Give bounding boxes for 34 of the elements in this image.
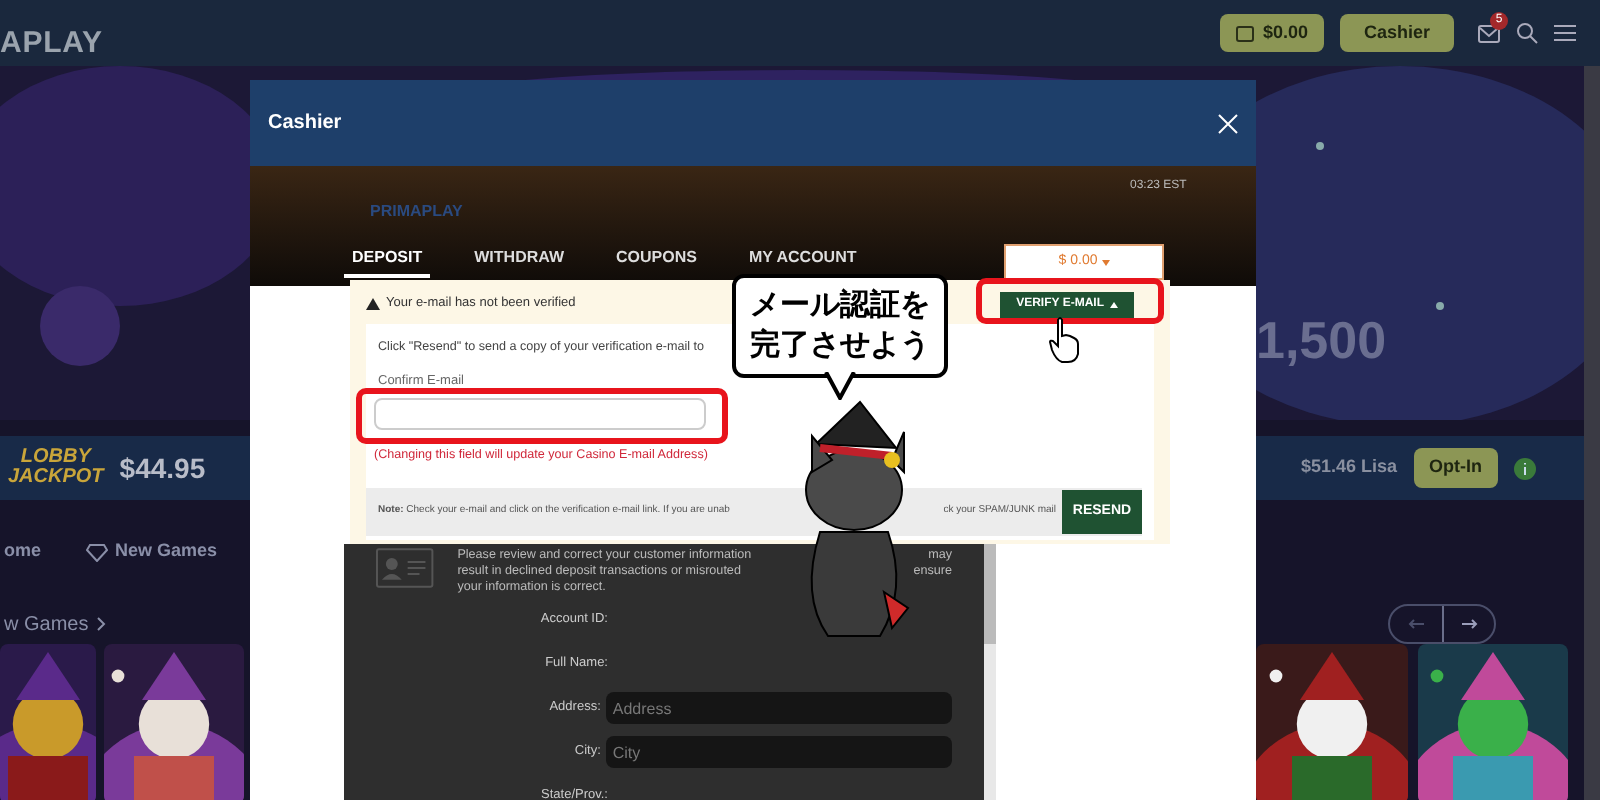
id-card-icon [376,548,434,588]
promo-amount: 1,500 [1256,314,1387,366]
nav-item[interactable]: New Games [85,538,218,566]
search-icon[interactable] [1516,22,1538,44]
caret-icon [1110,301,1118,307]
opt-in-button[interactable]: Opt-In [1413,448,1498,488]
jackpot-amount: $44.95 [119,449,206,487]
menu-icon[interactable] [1554,24,1576,42]
callout-text: メール認証を完了させよう [750,286,930,366]
balance-button[interactable]: $0.00 [1220,14,1324,52]
mail-icon[interactable] [1478,23,1500,43]
chevron-right-icon [96,616,107,632]
warning-icon [366,298,380,310]
info-icon[interactable] [1514,457,1536,479]
text-field[interactable]: City [606,736,952,768]
tab[interactable]: MY ACCOUNT [740,246,865,278]
jackpot-logo: LOBBY JACKPOT [8,448,104,488]
cashier-button[interactable]: Cashier [1339,14,1454,52]
wallet-icon [1236,25,1255,41]
diamond-icon [85,543,108,561]
nav-item[interactable]: ome [4,538,42,566]
arrow-right-icon [1461,618,1477,630]
tab[interactable]: COUPONS [608,246,705,278]
arrow-left-icon [1408,618,1424,630]
section-title[interactable]: w Games [4,609,89,639]
brand-logo: PRIMAPLAY [370,200,463,224]
dialog-title: Cashier [268,110,342,138]
winner-text: $51.46 Lisa [1300,454,1397,481]
close-icon[interactable] [1218,113,1238,133]
site-logo[interactable]: APLAY [0,22,103,68]
text-field[interactable]: Address [606,692,952,724]
email-field[interactable] [374,398,706,431]
caret-icon [1101,259,1110,265]
tab[interactable]: WITHDRAW [466,246,573,278]
